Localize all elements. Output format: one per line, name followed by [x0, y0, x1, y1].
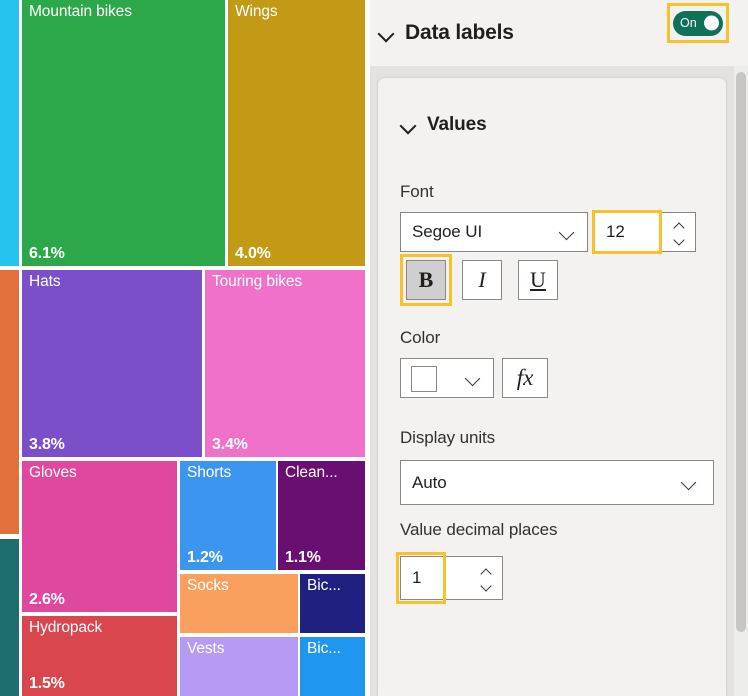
treemap-tile[interactable]: Hats 3.8%	[22, 270, 202, 457]
treemap-tile[interactable]: Mountain bikes 6.1%	[22, 0, 225, 266]
treemap-tile-value: 1.5%	[29, 675, 65, 692]
treemap-tile[interactable]: Touring bikes 3.4%	[205, 270, 365, 457]
font-family-dropdown[interactable]: Segoe UI	[400, 212, 588, 252]
treemap-tile[interactable]: Clean... 1.1%	[278, 461, 365, 570]
panel-scrollbar-thumb[interactable]	[736, 72, 746, 632]
treemap-tile-label: Clean...	[285, 464, 338, 481]
font-label: Font	[400, 182, 434, 201]
decimal-places-spinner[interactable]: 1	[400, 556, 503, 600]
treemap-visual[interactable]: Mountain bikes 6.1% Wings 4.0% Hats 3.8% Touri…	[0, 0, 370, 696]
treemap-tile[interactable]: Bic...	[300, 637, 365, 696]
data-labels-toggle[interactable]: On	[673, 10, 723, 36]
treemap-tile-label: Mountain bikes	[29, 3, 132, 20]
font-family-value: Segoe UI	[412, 222, 483, 241]
chevron-down-icon	[681, 475, 697, 491]
treemap-tile-value: 1.2%	[187, 549, 223, 566]
treemap-tile-label: Wings	[235, 3, 278, 20]
treemap-tile-label: Socks	[187, 577, 229, 594]
bold-button[interactable]: B	[406, 260, 446, 300]
chevron-down-icon	[559, 225, 575, 241]
conditional-formatting-fx-button[interactable]: fx	[502, 358, 548, 398]
bold-label: B	[418, 267, 434, 292]
format-pane: Data labels On Values Font Segoe UI 12 B…	[370, 0, 748, 696]
treemap-edge-strip[interactable]	[0, 0, 19, 266]
spinner-arrows-icon[interactable]	[478, 562, 496, 596]
display-units-dropdown[interactable]: Auto	[400, 460, 714, 505]
value-decimal-places-label: Value decimal places	[400, 520, 558, 539]
treemap-tile-label: Bic...	[307, 577, 341, 594]
spinner-up-icon[interactable]	[481, 568, 492, 575]
color-picker-dropdown[interactable]	[400, 358, 494, 398]
underline-button[interactable]: U	[518, 260, 558, 300]
treemap-tile[interactable]: Shorts 1.2%	[180, 461, 276, 570]
treemap-tile-label: Vests	[187, 640, 225, 657]
font-size-value: 12	[606, 222, 625, 241]
color-swatch	[411, 366, 437, 392]
chevron-down-icon[interactable]	[378, 25, 395, 42]
treemap-tile-value: 1.1%	[285, 549, 321, 566]
values-section-header[interactable]: Values	[400, 114, 487, 136]
fx-label: fx	[516, 365, 534, 390]
data-labels-toggle-highlight: On	[667, 3, 729, 43]
display-units-label: Display units	[400, 428, 496, 447]
color-label: Color	[400, 328, 441, 347]
treemap-tile[interactable]: Wings 4.0%	[228, 0, 365, 266]
italic-button[interactable]: I	[462, 260, 502, 300]
treemap-tile-label: Hats	[29, 273, 61, 290]
values-card: Values Font Segoe UI 12 B I U Color fx D…	[378, 78, 726, 696]
treemap-tile-value: 3.4%	[212, 436, 248, 453]
spinner-up-icon[interactable]	[674, 222, 685, 229]
treemap-edge-strip[interactable]	[0, 270, 19, 534]
treemap-tile-label: Bic...	[307, 640, 341, 657]
data-labels-header: Data labels On	[370, 0, 734, 66]
treemap-tile[interactable]: Vests	[180, 637, 298, 696]
chevron-down-icon	[465, 371, 481, 387]
treemap-tile-value: 3.8%	[29, 436, 65, 453]
panel-body: Values Font Segoe UI 12 B I U Color fx D…	[370, 78, 734, 696]
treemap-tile-value: 6.1%	[29, 245, 65, 262]
treemap-tile-value: 2.6%	[29, 591, 65, 608]
treemap-tile-label: Gloves	[29, 464, 77, 481]
data-labels-title: Data labels	[405, 21, 514, 44]
spinner-arrows-icon[interactable]	[671, 216, 689, 250]
italic-label: I	[478, 267, 486, 292]
toggle-state-label: On	[680, 16, 697, 30]
treemap-tile-label: Shorts	[187, 464, 232, 481]
spinner-down-icon[interactable]	[674, 236, 685, 243]
spinner-down-icon[interactable]	[481, 582, 492, 589]
treemap-tile[interactable]: Gloves 2.6%	[22, 461, 177, 612]
panel-divider	[370, 66, 734, 78]
display-units-value: Auto	[412, 472, 447, 492]
treemap-tile-label: Touring bikes	[212, 273, 303, 290]
treemap-tile[interactable]: Socks	[180, 574, 298, 633]
decimal-places-value: 1	[412, 568, 422, 587]
treemap-tile-value: 4.0%	[235, 245, 271, 262]
treemap-tile-label: Hydropack	[29, 619, 103, 636]
treemap-edge-strip[interactable]	[0, 539, 19, 696]
underline-label: U	[530, 267, 546, 292]
treemap-tile[interactable]: Hydropack 1.5%	[22, 616, 177, 696]
screen-root: Mountain bikes 6.1% Wings 4.0% Hats 3.8% Touri…	[0, 0, 748, 696]
chevron-down-icon[interactable]	[400, 117, 417, 134]
treemap-tile[interactable]: Bic...	[300, 574, 365, 633]
values-section-title: Values	[427, 114, 487, 135]
toggle-knob	[704, 15, 719, 31]
font-size-spinner[interactable]: 12	[594, 212, 696, 252]
